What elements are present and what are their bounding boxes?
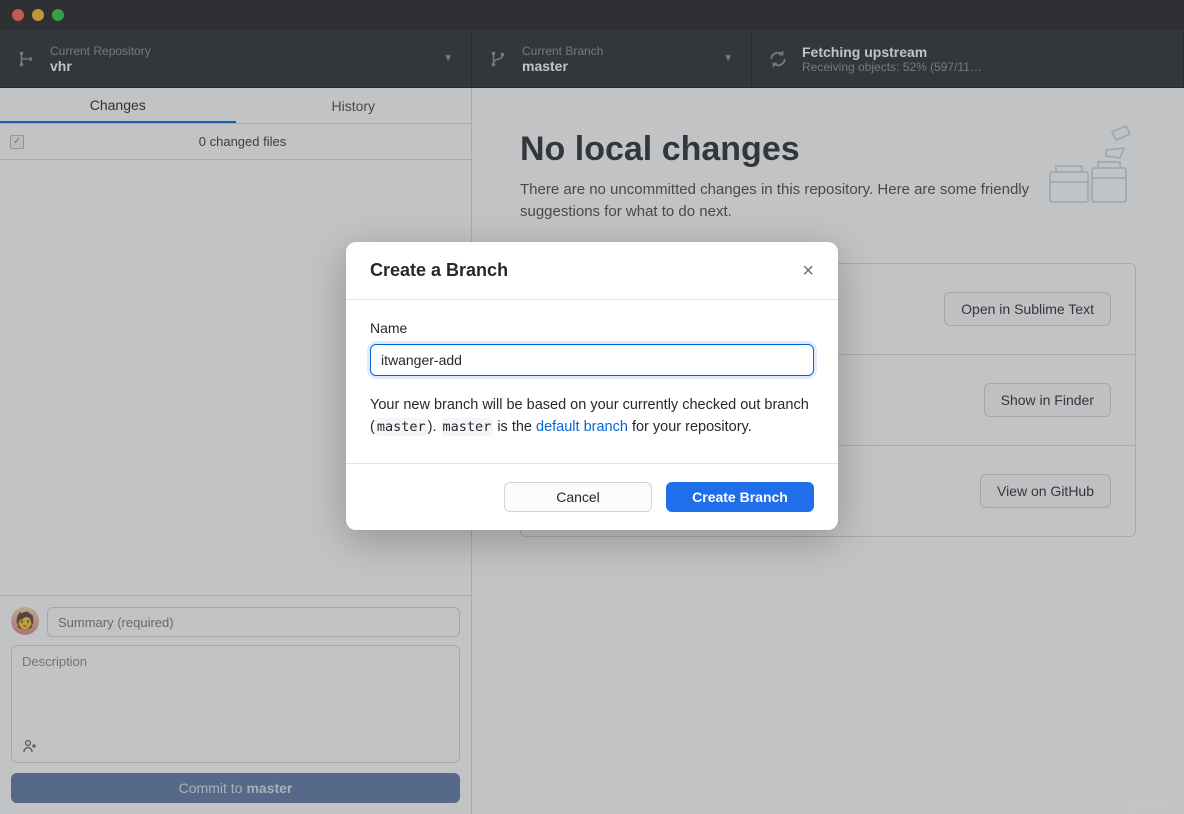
modal-overlay[interactable]: Create a Branch × Name Your new branch w… [0,0,1184,814]
create-branch-button[interactable]: Create Branch [666,482,814,512]
help-code-branch: master [441,418,494,436]
default-branch-link[interactable]: default branch [536,419,628,435]
branch-name-input[interactable] [370,344,814,376]
dialog-help-text: Your new branch will be based on your cu… [370,394,814,439]
help-code-branch: master [375,418,428,436]
create-branch-dialog: Create a Branch × Name Your new branch w… [346,242,838,530]
name-label: Name [370,320,814,336]
close-icon[interactable]: × [802,261,814,281]
cancel-button[interactable]: Cancel [504,482,652,512]
watermark: @61CTO... [1127,801,1178,812]
help-text-mid: ). [428,419,441,435]
dialog-title: Create a Branch [370,260,508,281]
help-text-post: for your repository. [628,419,752,435]
help-text-isthe: is the [493,419,536,435]
